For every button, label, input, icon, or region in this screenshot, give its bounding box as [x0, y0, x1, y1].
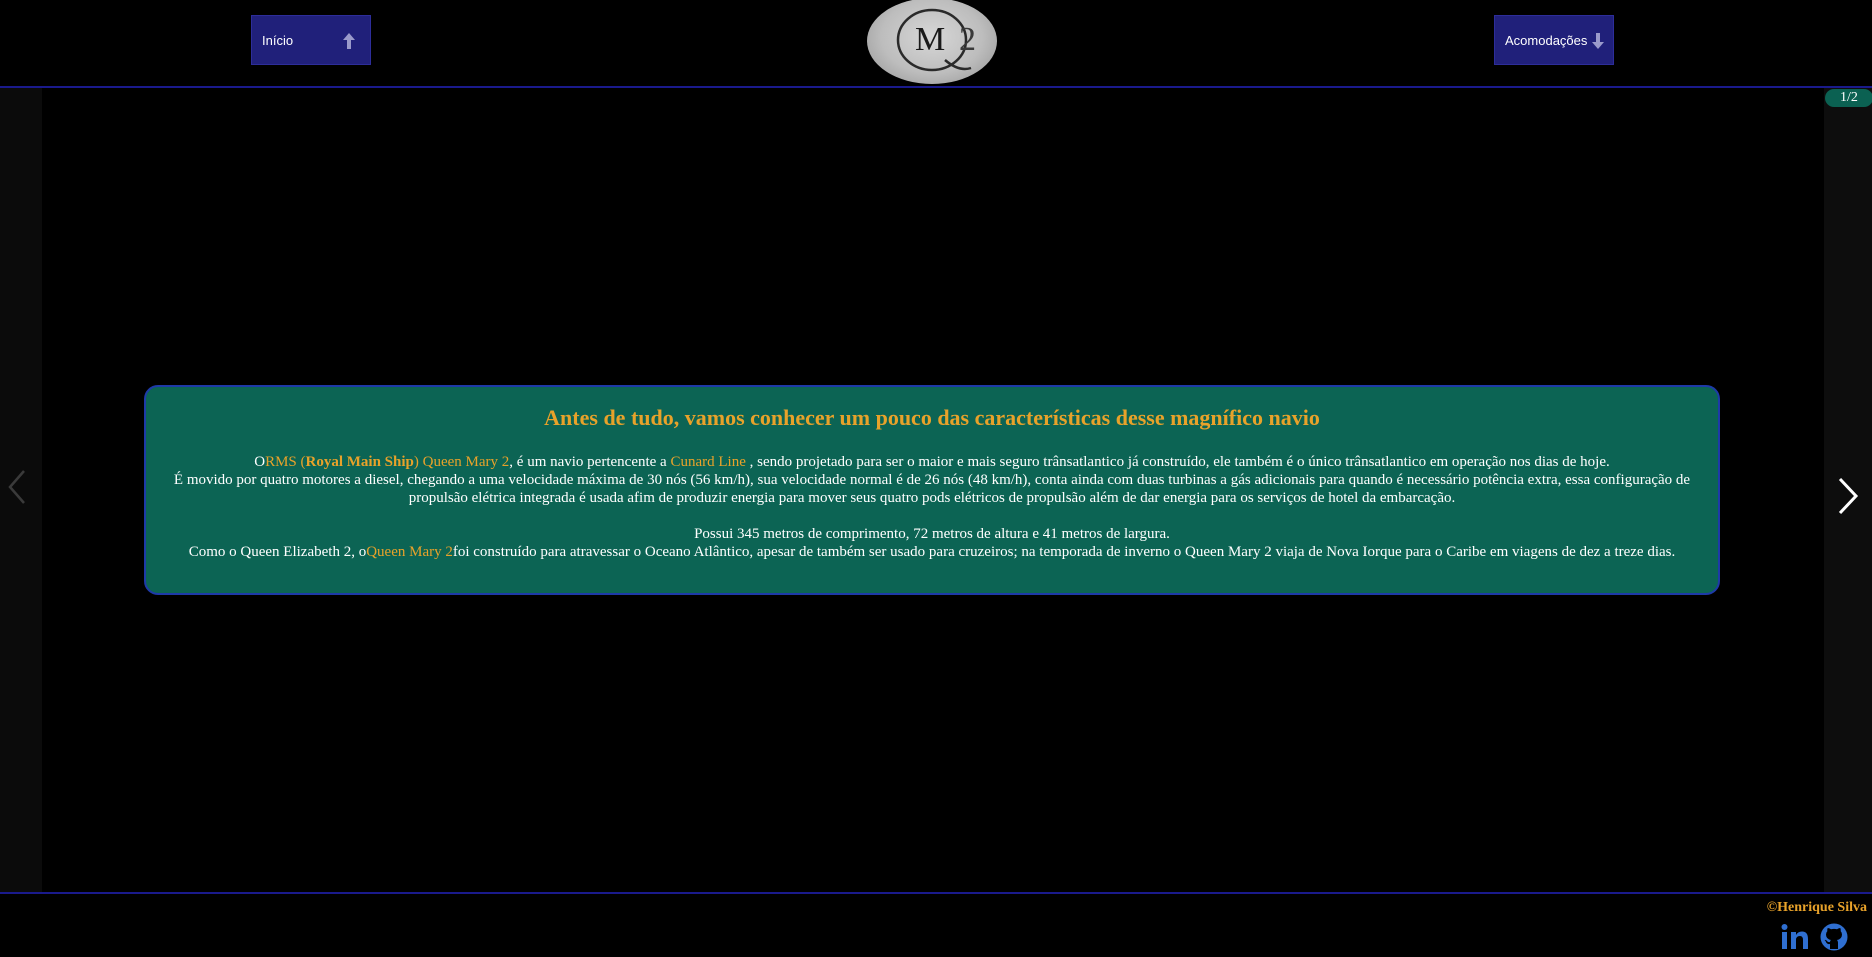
p4-prefix: Como o Queen Elizabeth 2, o — [188, 544, 367, 560]
p1-mid: , é um navio pertencente a — [509, 454, 671, 470]
inicio-button-label: Início — [262, 32, 294, 48]
copyright-text: ©Henrique Silva — [1766, 900, 1867, 915]
logo-letter: M — [915, 21, 945, 58]
slide-counter: 1/2 — [1825, 89, 1872, 107]
linkedin-icon[interactable] — [1780, 922, 1810, 952]
card-paragraph-2: É movido por quatro motores a diesel, ch… — [173, 472, 1691, 506]
card-paragraph-1: ORMS (Royal Main Ship) Queen Mary 2, é u… — [158, 453, 1706, 471]
card-paragraph-3: Possui 345 metros de comprimento, 72 met… — [694, 526, 1170, 542]
chevron-left-icon[interactable] — [6, 468, 28, 506]
logo-emblem: M 2 — [896, 8, 976, 72]
logo-number: 2 — [959, 21, 976, 58]
logo[interactable]: M 2 — [867, 0, 997, 84]
queen-mary-link[interactable]: Queen Mary 2 — [366, 544, 453, 560]
p4-suffix: foi construído para atravessar o Oceano … — [452, 544, 1676, 560]
rms-link-part2: ) Queen Mary 2 — [413, 454, 510, 470]
rms-link-bold: Royal Main Ship — [305, 454, 414, 470]
acomodacoes-button[interactable]: Acomodações — [1494, 15, 1614, 65]
github-icon[interactable] — [1819, 922, 1849, 952]
info-card: Antes de tudo, vamos conhecer um pouco d… — [144, 385, 1720, 595]
inicio-button[interactable]: Início — [251, 15, 371, 65]
arrow-up-icon — [343, 33, 355, 49]
cunard-link[interactable]: Cunard Line — [670, 454, 745, 470]
slider: 1/2 Antes de tudo, vamos conhecer um pou… — [0, 88, 1872, 892]
footer: ©Henrique Silva — [0, 892, 1872, 957]
card-paragraph-4: Como o Queen Elizabeth 2, oQueen Mary 2f… — [158, 543, 1706, 561]
header: Início M 2 Acomodações — [0, 0, 1872, 88]
arrow-down-icon — [1592, 33, 1604, 49]
chevron-right-icon[interactable] — [1834, 476, 1862, 516]
rms-link-part1: RMS ( — [265, 454, 306, 470]
rms-link[interactable]: RMS (Royal Main Ship) Queen Mary 2 — [265, 454, 509, 470]
p1-suffix: , sendo projetado para ser o maior e mai… — [745, 454, 1610, 470]
p1-prefix: O — [254, 454, 266, 470]
card-title: Antes de tudo, vamos conhecer um pouco d… — [544, 405, 1320, 430]
prev-slide-area[interactable] — [0, 88, 42, 892]
acomodacoes-button-label: Acomodações — [1505, 32, 1588, 48]
